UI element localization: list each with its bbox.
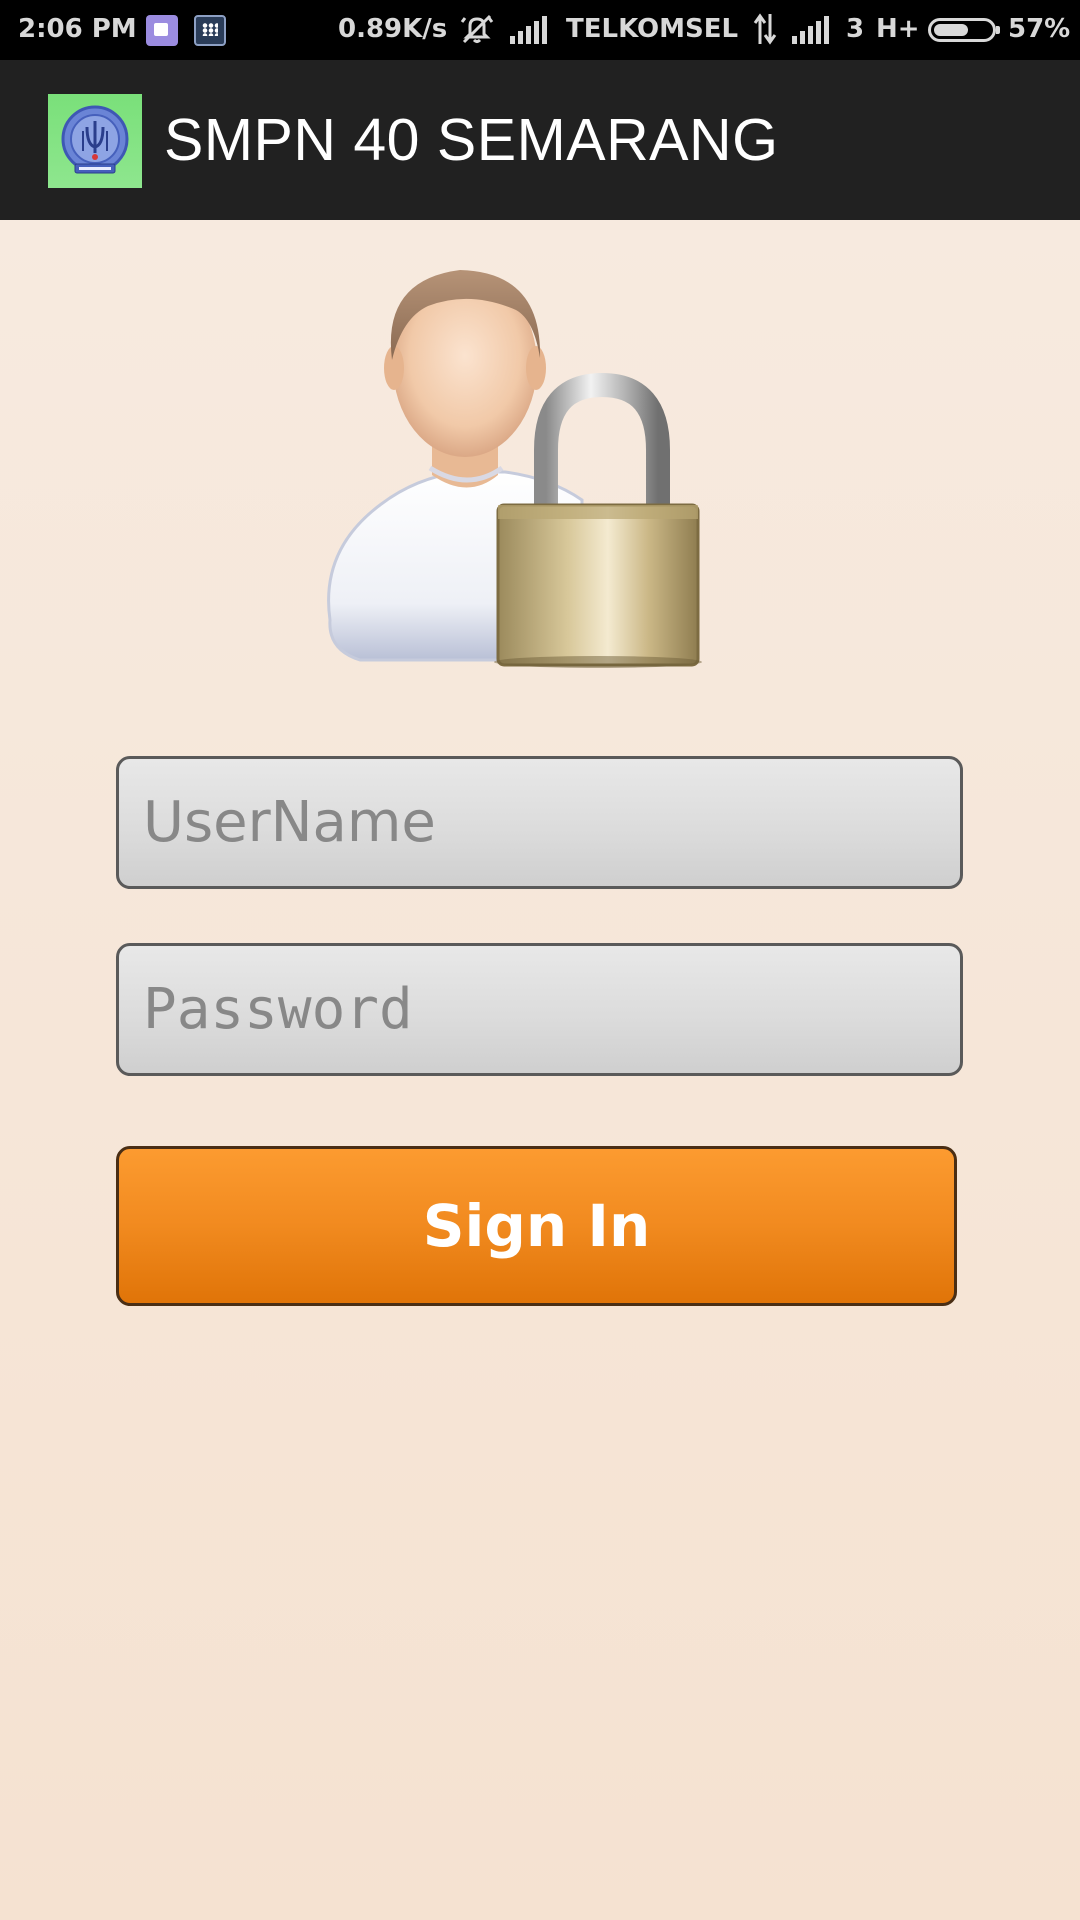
carrier-name: TELKOMSEL [566, 14, 739, 44]
signal-icon [792, 16, 832, 44]
mute-icon [460, 14, 494, 44]
battery-percent: 57% [1008, 14, 1071, 44]
app-title: SMPN 40 SEMARANG [164, 107, 779, 173]
bbm-icon [194, 15, 226, 46]
network-type: H+ [876, 14, 920, 44]
login-screen: Sign In [0, 220, 1080, 1920]
network-speed: 0.89K/s [338, 14, 448, 44]
notification-app-icon [146, 15, 178, 46]
password-input[interactable] [116, 943, 963, 1076]
app-bar: SMPN 40 SEMARANG [0, 60, 1080, 220]
status-bar: 2:06 PM 0.89K/s TELKOMSEL 3 H+ 57% [0, 0, 1080, 60]
user-lock-icon [327, 270, 702, 668]
school-emblem-icon[interactable] [48, 94, 142, 188]
username-input[interactable] [116, 756, 963, 889]
battery-icon [928, 18, 1000, 42]
signal-icon [510, 16, 550, 44]
sign-in-button-label: Sign In [422, 1192, 651, 1260]
data-arrows-icon [753, 13, 777, 45]
status-time: 2:06 PM [18, 14, 137, 44]
sign-in-button[interactable]: Sign In [116, 1146, 957, 1306]
sim-slot-number: 3 [846, 14, 865, 44]
